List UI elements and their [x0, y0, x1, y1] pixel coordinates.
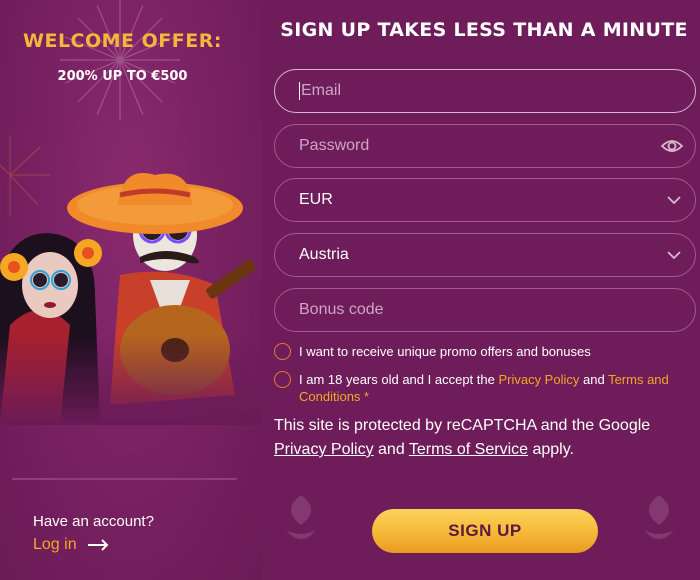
age-consent-row: I am 18 years old and I accept the Priva… [274, 371, 699, 405]
left-divider [12, 478, 237, 480]
password-placeholder: Password [299, 137, 370, 154]
promo-checkbox[interactable] [274, 343, 291, 360]
recaptcha-text: This site is protected by reCAPTCHA and … [274, 417, 651, 434]
login-link[interactable]: Log in [33, 536, 109, 554]
signup-form-panel: SIGN UP TAKES LESS THAN A MINUTE Email P… [262, 0, 700, 580]
bonus-code-field[interactable]: Bonus code [274, 288, 696, 332]
welcome-offer-title: WELCOME OFFER: [23, 30, 222, 52]
welcome-offer-amount: 200% UP TO €500 [57, 69, 188, 84]
email-field[interactable]: Email [274, 69, 696, 113]
currency-value: EUR [299, 191, 333, 208]
form-heading: SIGN UP TAKES LESS THAN A MINUTE [280, 19, 688, 41]
country-select[interactable]: Austria [274, 233, 696, 277]
age-checkbox-label: I am 18 years old and I accept the Priva… [299, 371, 699, 405]
signup-button[interactable]: SIGN UP [372, 509, 598, 553]
age-checkbox[interactable] [274, 371, 291, 388]
eye-icon[interactable] [661, 138, 683, 154]
text-cursor [299, 82, 300, 100]
currency-select[interactable]: EUR [274, 178, 696, 222]
chevron-down-icon [667, 251, 681, 259]
login-link-label: Log in [33, 536, 77, 553]
google-terms-link[interactable]: Terms of Service [409, 441, 528, 458]
have-account-label: Have an account? [33, 513, 154, 530]
chevron-down-icon [667, 196, 681, 204]
promo-checkbox-label: I want to receive unique promo offers an… [299, 344, 591, 359]
arrow-right-icon [87, 539, 109, 551]
mascot-illustration [0, 173, 262, 425]
email-placeholder: Email [301, 82, 342, 99]
privacy-policy-link[interactable]: Privacy Policy [498, 372, 579, 387]
ornament-right-decoration [644, 495, 674, 539]
age-text-and: and [579, 372, 609, 387]
password-field[interactable]: Password [274, 124, 696, 168]
promo-consent-row: I want to receive unique promo offers an… [274, 343, 699, 360]
ornament-left-decoration [286, 495, 316, 539]
welcome-panel: WELCOME OFFER: 200% UP TO €500 Have an a… [0, 0, 262, 580]
recaptcha-and: and [373, 441, 409, 458]
recaptcha-after: apply. [528, 441, 574, 458]
required-mark: * [360, 389, 370, 404]
bonus-code-placeholder: Bonus code [299, 301, 384, 318]
country-value: Austria [299, 246, 349, 263]
google-privacy-link[interactable]: Privacy Policy [274, 441, 374, 458]
age-text-before: I am 18 years old and I accept the [299, 372, 499, 387]
recaptcha-notice: This site is protected by reCAPTCHA and … [274, 414, 699, 462]
